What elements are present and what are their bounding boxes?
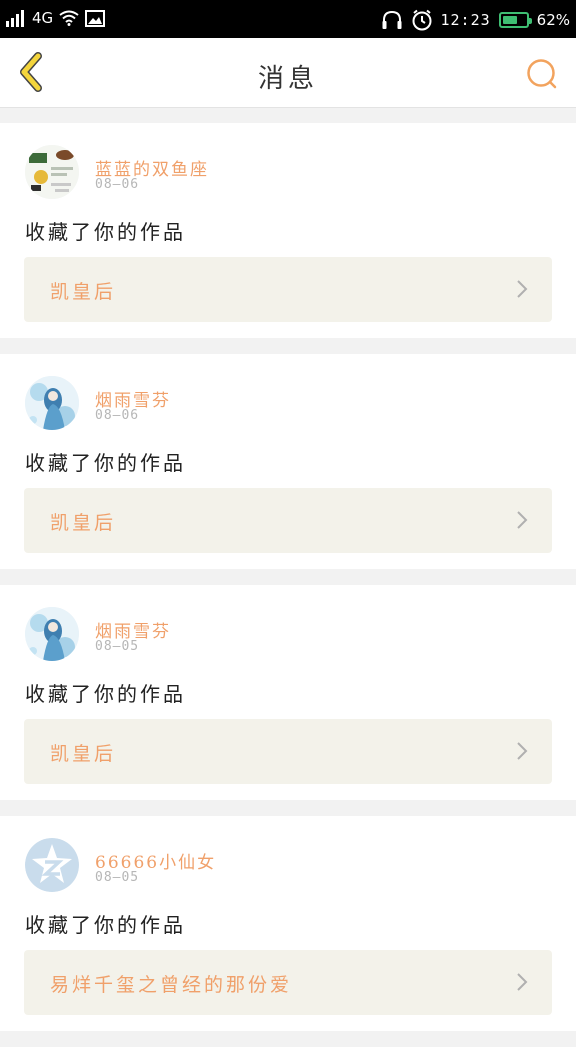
wifi-icon (59, 10, 79, 26)
message-date: 08—06 (95, 177, 140, 192)
avatar-default-qzone-image (25, 838, 79, 892)
search-button[interactable] (520, 52, 564, 96)
chevron-right-icon (517, 742, 528, 760)
work-link[interactable]: 凯皇后 (24, 257, 552, 322)
work-link[interactable]: 凯皇后 (24, 719, 552, 784)
clock: 12:23 (440, 11, 491, 29)
work-title: 易烊千玺之曾经的那份爱 (50, 974, 293, 996)
work-link[interactable]: 凯皇后 (24, 488, 552, 553)
nav-bar: 消息 (0, 38, 576, 108)
work-link[interactable]: 易烊千玺之曾经的那份爱 (24, 950, 552, 1015)
avatar-collage-image (25, 145, 79, 199)
status-bar: 4G 12:23 62% (0, 0, 576, 38)
battery-icon (498, 12, 532, 28)
status-left: 4G (6, 9, 106, 27)
message-date: 08—06 (95, 408, 140, 423)
status-right: 12:23 62% (381, 9, 570, 31)
avatar[interactable] (25, 145, 79, 199)
work-title: 凯皇后 (50, 281, 117, 303)
chevron-right-icon (517, 973, 528, 991)
action-text: 收藏了你的作品 (25, 682, 186, 706)
network-type: 4G (32, 9, 54, 27)
chevron-right-icon (517, 280, 528, 298)
message-card: 烟雨雪芬 08—05 收藏了你的作品 凯皇后 (0, 585, 576, 800)
message-card: 烟雨雪芬 08—06 收藏了你的作品 凯皇后 (0, 354, 576, 569)
work-title: 凯皇后 (50, 743, 117, 765)
message-date: 08—05 (95, 639, 140, 654)
avatar[interactable] (25, 838, 79, 892)
action-text: 收藏了你的作品 (25, 220, 186, 244)
avatar[interactable] (25, 376, 79, 430)
action-text: 收藏了你的作品 (25, 451, 186, 475)
battery-level (502, 16, 517, 24)
message-list: 蓝蓝的双鱼座 08—06 收藏了你的作品 凯皇后 烟雨雪芬 08—06 收藏了你… (0, 123, 576, 1047)
message-card: 蓝蓝的双鱼座 08—06 收藏了你的作品 凯皇后 (0, 123, 576, 338)
avatar-blue-figure-image (25, 376, 79, 430)
image-notification-icon (85, 9, 106, 27)
battery-percentage: 62% (536, 11, 570, 29)
avatar-blue-figure-image (25, 607, 79, 661)
work-title: 凯皇后 (50, 512, 117, 534)
message-card: 66666小仙女 08—05 收藏了你的作品 易烊千玺之曾经的那份爱 (0, 816, 576, 1031)
signal-icon (6, 9, 24, 27)
page-title: 消息 (257, 64, 318, 94)
avatar[interactable] (25, 607, 79, 661)
search-icon (527, 59, 557, 89)
chevron-right-icon (517, 511, 528, 529)
headphones-icon (382, 10, 401, 29)
action-text: 收藏了你的作品 (25, 913, 186, 937)
message-date: 08—05 (95, 870, 140, 885)
alarm-icon (412, 9, 431, 31)
